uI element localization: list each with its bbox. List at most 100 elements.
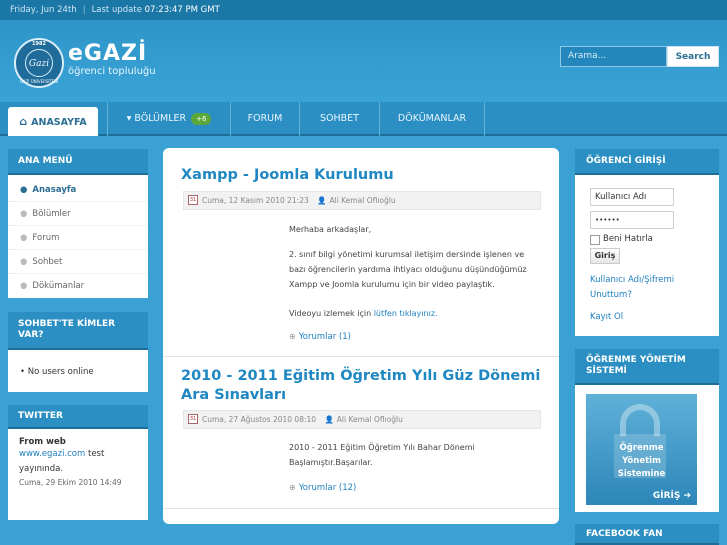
menu-label: Dökümanlar (32, 281, 85, 291)
magnifier-icon: ⊕ (289, 483, 296, 492)
remember-checkbox[interactable] (590, 235, 600, 245)
bullet-icon: ● (20, 233, 28, 243)
nav-label: DÖKÜMANLAR (397, 113, 467, 124)
twitter-title: TWITTER (8, 405, 148, 429)
post-author: Ali Kemal Oflıoğlu (329, 196, 396, 205)
main-nav: ⌂ ANASAYFA ▾ BÖLÜMLER +6 FORUM SOHBET DÖKÜ… (0, 102, 727, 136)
video-line: Videoyu izlemek için lütfen tıklayınız. (289, 306, 541, 321)
site-name: eGAZİ (68, 41, 148, 66)
main-menu-title: ANA MENÜ (8, 149, 148, 175)
lms-banner[interactable]: Öğrenme Yönetim Sistemine GİRİŞ ➔ (586, 394, 697, 505)
post-author: Ali Kemal Oflıoğlu (336, 415, 403, 424)
menu-item-anasayfa[interactable]: ● Anasayfa (8, 178, 148, 202)
password-field[interactable]: •••••• (590, 211, 674, 229)
menu-label: Forum (32, 233, 60, 243)
nav-label: SOHBET (320, 113, 359, 124)
post-body: Merhaba arkadaşlar, 2. sınıf bilgi yönet… (289, 222, 541, 321)
online-users-title: SOHBET'TE KİMLER VAR? (8, 312, 148, 350)
post-meta: 31 Cuma, 12 Kasım 2010 21:23 👤 Ali Kemal … (183, 191, 541, 210)
lms-box: ÖĞRENME YÖNETİM SİSTEMİ Öğrenme Yönetim … (575, 349, 719, 512)
facebook-box: FACEBOOK FAN (575, 524, 719, 545)
comments-label: Yorumlar (1) (298, 332, 351, 342)
nav-divider (484, 102, 485, 136)
search-button[interactable]: Search (667, 46, 719, 67)
lms-banner-text: Öğrenme Yönetim Sistemine (586, 442, 697, 481)
post-date: Cuma, 27 Ağustos 2010 08:10 (202, 415, 317, 424)
tweet-text-rest: test (85, 449, 105, 459)
post-body: 2010 - 2011 Eğitim Öğretim Yılı Bahar Dö… (289, 440, 519, 470)
post-divider (163, 356, 559, 357)
nav-label: BÖLÜMLER (134, 113, 187, 124)
lms-title: ÖĞRENME YÖNETİM SİSTEMİ (575, 349, 719, 385)
username-field[interactable]: Kullanıcı Adı (590, 188, 674, 206)
nav-label: ANASAYFA (31, 117, 87, 128)
bullet-icon: ● (20, 185, 28, 195)
login-box: ÖĞRENCİ GİRİŞİ Kullanıcı Adı •••••• Beni… (575, 149, 719, 336)
university-seal-logo[interactable]: 1982 Gazi GAZİ ÜNİVERSİTESİ (14, 38, 64, 88)
post-title[interactable]: Xampp - Joomla Kurulumu (181, 166, 394, 185)
lock-icon (620, 404, 660, 436)
user-icon: 👤 (324, 415, 334, 424)
remember-label: Beni Hatırla (603, 234, 653, 244)
post-date: Cuma, 12 Kasım 2010 21:23 (202, 196, 309, 205)
nav-item-bolumler[interactable]: ▾ BÖLÜMLER +6 (108, 102, 230, 136)
lms-line: Öğrenme (619, 443, 664, 453)
menu-item-forum[interactable]: ● Forum (8, 226, 148, 250)
tweet-text: www.egazi.com test (19, 447, 148, 462)
post-divider (163, 508, 559, 509)
comments-link[interactable]: ⊕ Yorumlar (12) (289, 483, 356, 493)
nav-item-forum[interactable]: FORUM (231, 102, 299, 136)
nav-label: FORUM (247, 113, 283, 124)
online-users-box: SOHBET'TE KİMLER VAR? • No users online (8, 312, 148, 392)
online-status-text: No users online (27, 367, 94, 377)
last-update-label: Last update (91, 5, 142, 15)
menu-item-sohbet[interactable]: ● Sohbet (8, 250, 148, 274)
register-link[interactable]: Kayıt Ol (590, 310, 710, 325)
site-header: 1982 Gazi GAZİ ÜNİVERSİTESİ eGAZİ öğrenc… (0, 20, 727, 102)
seal-university: GAZİ ÜNİVERSİTESİ (19, 79, 59, 84)
separator: | (82, 5, 86, 15)
comments-link[interactable]: ⊕ Yorumlar (1) (289, 332, 351, 342)
menu-label: Anasayfa (32, 185, 77, 195)
calendar-icon: 31 (188, 195, 198, 205)
menu-item-dokumanlar[interactable]: ● Dökümanlar (8, 274, 148, 298)
magnifier-icon: ⊕ (289, 332, 296, 341)
seal-year: 1982 (32, 41, 46, 47)
brand[interactable]: eGAZİ öğrenci topluluğu (68, 41, 156, 78)
tweet-link[interactable]: www.egazi.com (19, 449, 85, 459)
forgot-password-link[interactable]: Kullanıcı Adı/Şifremi Unuttum? (590, 273, 710, 303)
lms-line: Sistemine (617, 469, 666, 479)
main-menu-box: ANA MENÜ ● Anasayfa ● Bölümler ● Forum ● Soh… (8, 149, 148, 298)
nav-item-dokumanlar[interactable]: DÖKÜMANLAR (380, 102, 484, 136)
nav-item-sohbet[interactable]: SOHBET (300, 102, 379, 136)
comments-label: Yorumlar (12) (298, 483, 357, 493)
tweet: From web www.egazi.com test yayınında. C… (8, 429, 148, 487)
caret-down-icon: ▾ (126, 113, 132, 124)
video-text: Videoyu izlemek için (289, 309, 374, 318)
post-meta: 31 Cuma, 27 Ağustos 2010 08:10 👤 Ali Kema… (183, 410, 541, 429)
search-input[interactable]: Arama... (560, 46, 667, 67)
twitter-box: TWITTER From web www.egazi.com test yayı… (8, 405, 148, 520)
lms-enter-link[interactable]: GİRİŞ ➔ (653, 491, 691, 501)
online-users-status: • No users online (8, 350, 148, 377)
current-date: Friday, Jun 24th (10, 5, 77, 15)
bullet-icon: • (20, 367, 28, 377)
count-badge: +6 (191, 112, 212, 125)
home-icon: ⌂ (19, 115, 28, 128)
top-info-bar: Friday, Jun 24th | Last update 07:23:47 PM… (0, 0, 727, 20)
calendar-icon: 31 (188, 414, 198, 424)
nav-item-anasayfa[interactable]: ⌂ ANASAYFA (8, 107, 98, 136)
login-title: ÖĞRENCİ GİRİŞİ (575, 149, 719, 175)
bullet-icon: ● (20, 281, 28, 291)
menu-item-bolumler[interactable]: ● Bölümler (8, 202, 148, 226)
user-icon: 👤 (317, 196, 327, 205)
video-link[interactable]: lütfen tıklayınız. (374, 309, 438, 318)
login-button[interactable]: Giriş (590, 248, 620, 264)
facebook-title: FACEBOOK FAN (575, 524, 719, 545)
menu-label: Sohbet (32, 257, 63, 267)
last-update-time: 07:23:47 PM GMT (144, 5, 220, 15)
seal-monogram: Gazi (25, 49, 53, 77)
tweet-date: Cuma, 29 Ekim 2010 14:49 (19, 478, 122, 487)
lms-line: Yönetim (622, 456, 661, 466)
post-title[interactable]: 2010 - 2011 Eğitim Öğretim Yılı Güz Döne… (181, 367, 541, 405)
